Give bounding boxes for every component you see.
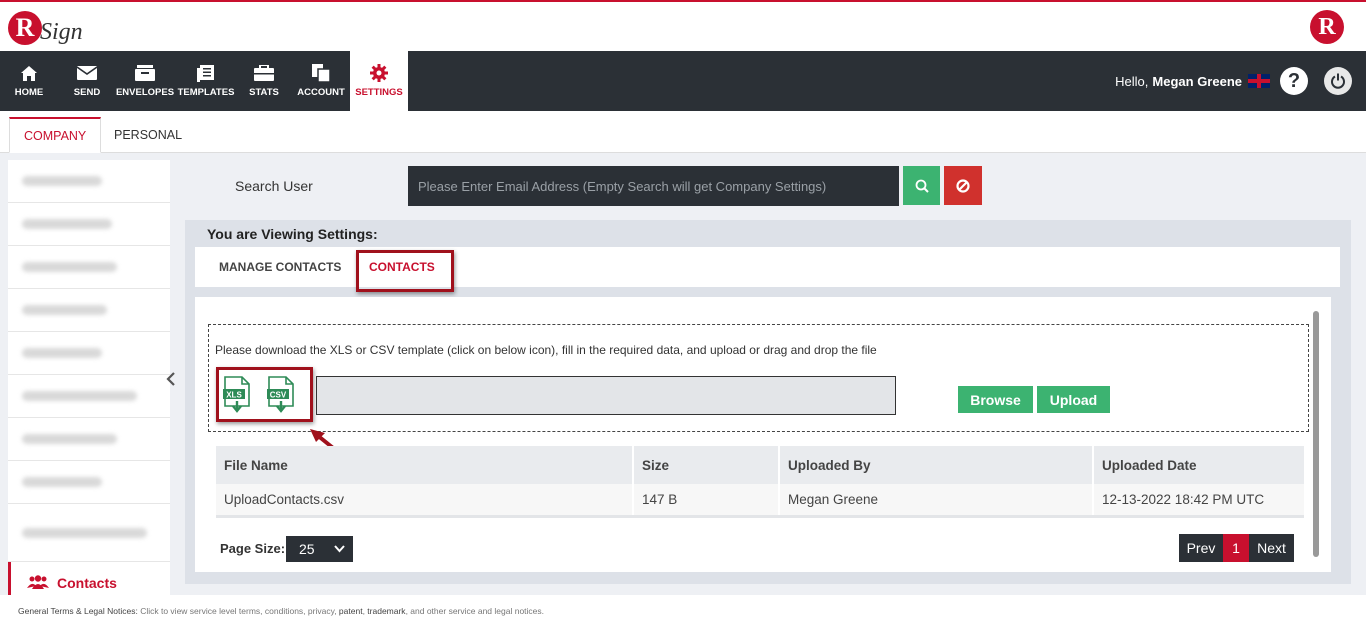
table-header: File Name Size Uploaded By Uploaded Date — [216, 446, 1304, 484]
nav-send-label: SEND — [73, 87, 101, 98]
nav-settings-label: SETTINGS — [355, 87, 403, 98]
logout-button[interactable] — [1324, 67, 1352, 95]
chevron-down-icon — [334, 545, 345, 553]
main-nav: HOME SEND ENVELOPES TEMPLATES STATS ACCO… — [0, 51, 1366, 111]
sidebar-item-contacts[interactable]: Contacts — [8, 562, 170, 595]
sidebar-item[interactable] — [8, 418, 170, 461]
copy-icon — [311, 64, 331, 82]
templates-icon — [196, 64, 216, 82]
sidebar-item[interactable] — [8, 289, 170, 332]
nav-send[interactable]: SEND — [66, 51, 108, 111]
footer: General Terms & Legal Notices: Click to … — [18, 606, 544, 616]
nav-stats[interactable]: STATS — [243, 51, 285, 111]
nav-account[interactable]: ACCOUNT — [297, 51, 345, 111]
selected-file-path — [316, 376, 896, 415]
trademark-link[interactable]: trademark — [367, 606, 405, 616]
next-page-button[interactable]: Next — [1249, 534, 1294, 562]
search-user-input[interactable] — [408, 166, 899, 206]
cell-size: 147 B — [634, 484, 780, 515]
header-file-name[interactable]: File Name — [216, 446, 634, 484]
greeting: Hello, — [1115, 73, 1149, 89]
nav-templates[interactable]: TEMPLATES — [177, 51, 235, 111]
nav-envelopes-label: ENVELOPES — [115, 87, 175, 98]
cell-uploaded-date: 12-13-2022 18:42 PM UTC — [1102, 492, 1265, 507]
sidebar-item[interactable] — [8, 203, 170, 246]
tab-company[interactable]: COMPANY — [9, 117, 102, 153]
nav-templates-label: TEMPLATES — [177, 87, 235, 98]
cell-uploaded-by: Megan Greene — [780, 484, 1094, 515]
gear-icon — [369, 64, 389, 82]
envelopes-icon — [135, 64, 155, 82]
footer-text: Click to view service level terms, condi… — [137, 606, 339, 616]
logo-mark: R — [8, 11, 42, 45]
page-size-select[interactable]: 25 — [286, 536, 353, 562]
table-row[interactable]: UploadContacts.csv 147 B Megan Greene 12… — [216, 484, 1304, 518]
content-scrollbar[interactable] — [1313, 311, 1319, 557]
envelope-icon — [77, 64, 97, 82]
tab-manage-contacts[interactable]: MANAGE CONTACTS — [219, 247, 341, 287]
top-bar: R Sign R — [0, 0, 1366, 51]
sidebar-item[interactable] — [8, 504, 170, 562]
header-uploaded-by[interactable]: Uploaded By — [780, 446, 1094, 484]
search-button[interactable] — [903, 166, 940, 205]
pagination: Prev 1 Next — [1179, 534, 1294, 562]
settings-subtabs: COMPANY PERSONAL — [0, 111, 1366, 153]
nav-home[interactable]: HOME — [8, 51, 50, 111]
header-size[interactable]: Size — [634, 446, 780, 484]
briefcase-icon — [254, 64, 274, 82]
uploaded-files-table: File Name Size Uploaded By Uploaded Date… — [216, 446, 1304, 518]
current-page[interactable]: 1 — [1223, 534, 1249, 562]
clear-search-button[interactable] — [944, 166, 982, 205]
search-icon — [915, 179, 929, 193]
sidebar-item[interactable] — [8, 332, 170, 375]
users-icon — [27, 574, 49, 592]
nav-account-label: ACCOUNT — [297, 87, 345, 98]
home-icon — [19, 64, 39, 82]
highlight-template-icons — [216, 367, 313, 422]
page-size-value: 25 — [299, 541, 315, 557]
tab-personal[interactable]: PERSONAL — [100, 117, 196, 153]
user-name[interactable]: Megan Greene — [1152, 74, 1242, 89]
collapse-sidebar-icon[interactable] — [166, 372, 178, 386]
upload-instructions: Please download the XLS or CSV template … — [215, 343, 877, 357]
cell-file-name: UploadContacts.csv — [216, 484, 634, 515]
ban-icon — [956, 178, 970, 193]
settings-sidebar: Contacts — [8, 160, 170, 595]
sidebar-item[interactable] — [8, 461, 170, 504]
search-user-label: Search User — [235, 178, 313, 194]
upload-button[interactable]: Upload — [1037, 386, 1110, 413]
help-button[interactable]: ? — [1280, 67, 1308, 95]
sidebar-item[interactable] — [8, 375, 170, 418]
uk-flag-icon[interactable] — [1248, 74, 1270, 88]
power-icon — [1331, 73, 1345, 89]
viewing-settings-label: You are Viewing Settings: — [207, 226, 378, 242]
highlight-contacts-tab — [356, 250, 454, 292]
logo-text: Sign — [40, 18, 83, 45]
browse-button[interactable]: Browse — [958, 386, 1033, 413]
nav-home-label: HOME — [14, 87, 44, 98]
page-size-label: Page Size: — [220, 541, 286, 556]
header-uploaded-date[interactable]: Uploaded Date — [1094, 446, 1304, 484]
prev-page-button[interactable]: Prev — [1179, 534, 1223, 562]
nav-stats-label: STATS — [249, 87, 279, 98]
patent-link[interactable]: patent — [339, 606, 363, 616]
sidebar-item-label: Contacts — [57, 575, 117, 591]
nav-settings[interactable]: SETTINGS — [350, 51, 408, 111]
footer-title: General Terms & Legal Notices: — [18, 606, 138, 616]
user-area: Hello, Megan Greene ? — [1115, 51, 1352, 111]
nav-envelopes[interactable]: ENVELOPES — [116, 51, 174, 111]
footer-text-end: , and other service and legal notices. — [405, 606, 545, 616]
sidebar-item[interactable] — [8, 246, 170, 289]
rsign-logo[interactable]: R Sign — [8, 8, 83, 48]
sidebar-item[interactable] — [8, 160, 170, 203]
rpost-logo: R — [1310, 10, 1344, 44]
